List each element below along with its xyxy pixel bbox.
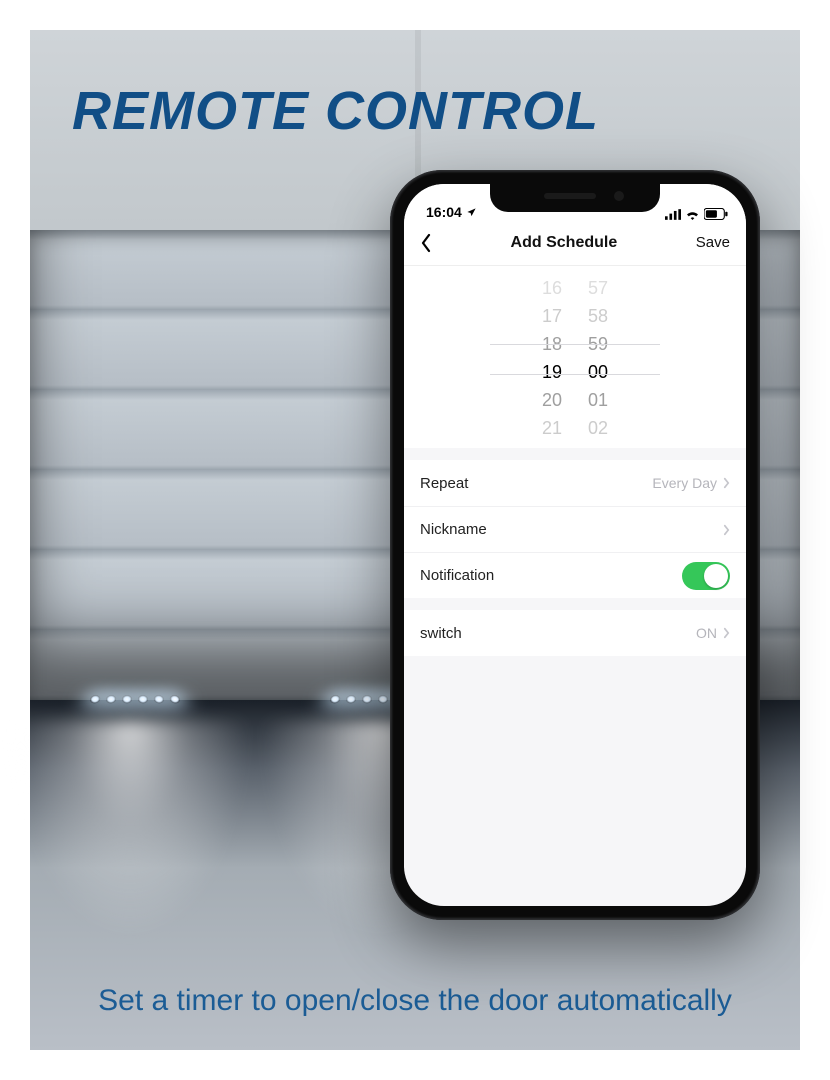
- nickname-row[interactable]: Nickname: [404, 506, 746, 552]
- phone-frame: 16:04 Add Schedule Save 16 17 18: [390, 170, 760, 920]
- repeat-label: Repeat: [420, 475, 468, 492]
- phone-screen: 16:04 Add Schedule Save 16 17 18: [404, 184, 746, 906]
- chevron-right-icon: [723, 477, 730, 489]
- notification-toggle[interactable]: [682, 562, 730, 590]
- switch-label: switch: [420, 625, 462, 642]
- nav-bar: Add Schedule Save: [404, 220, 746, 266]
- wifi-icon: [685, 209, 700, 220]
- status-time: 16:04: [426, 204, 462, 220]
- signal-icon: [665, 209, 681, 220]
- switch-row[interactable]: switch ON: [404, 610, 746, 656]
- minute-column[interactable]: 57 58 59 00 01 02 03: [588, 274, 608, 448]
- switch-value: ON: [696, 625, 717, 641]
- back-icon[interactable]: [420, 233, 432, 253]
- page-title: Add Schedule: [511, 234, 618, 252]
- hour-column[interactable]: 16 17 18 19 20 21 22: [542, 274, 562, 448]
- location-icon: [466, 207, 477, 218]
- marketing-headline: REMOTE CONTROL: [72, 80, 599, 142]
- repeat-row[interactable]: Repeat Every Day: [404, 460, 746, 506]
- chevron-right-icon: [723, 627, 730, 639]
- marketing-subline: Set a timer to open/close the door autom…: [30, 984, 800, 1018]
- notification-row: Notification: [404, 552, 746, 598]
- nickname-label: Nickname: [420, 521, 487, 538]
- battery-icon: [704, 208, 728, 220]
- time-picker[interactable]: 16 17 18 19 20 21 22 57 58 59 00 01 02 0…: [404, 266, 746, 448]
- notification-label: Notification: [420, 567, 494, 584]
- repeat-value: Every Day: [652, 475, 717, 491]
- phone-notch: [490, 184, 660, 212]
- light-beam: [10, 720, 250, 940]
- save-button[interactable]: Save: [696, 234, 730, 251]
- chevron-right-icon: [723, 524, 730, 536]
